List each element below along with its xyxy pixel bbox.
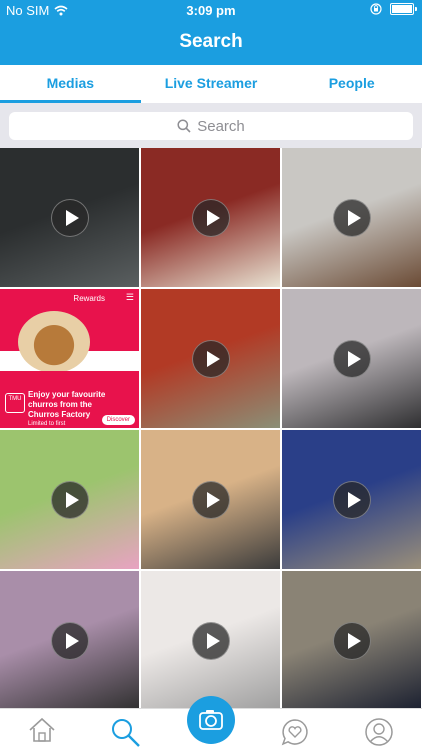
media-tile[interactable]	[282, 430, 421, 569]
play-icon[interactable]	[332, 198, 371, 237]
play-icon[interactable]	[50, 480, 89, 519]
play-icon[interactable]	[50, 198, 89, 237]
tab-medias-label: Medias	[46, 75, 95, 91]
tab-medias[interactable]: Medias	[0, 65, 141, 103]
media-tile[interactable]	[282, 289, 421, 428]
search-nav-icon[interactable]	[110, 717, 142, 747]
search-bar-container: Search	[0, 103, 422, 148]
play-icon[interactable]	[191, 198, 230, 237]
media-grid: Rewards ☰ TMU Enjoy your favourite churros …	[0, 148, 422, 710]
tab-live-streamer[interactable]: Live Streamer	[141, 65, 282, 103]
menu-icon: ☰	[125, 292, 134, 302]
search-icon	[177, 119, 191, 133]
media-tile[interactable]	[282, 571, 421, 710]
play-icon[interactable]	[191, 621, 230, 660]
churros-basket-image	[18, 311, 90, 373]
header: No SIM 3:09 pm Search	[0, 0, 422, 65]
media-tile[interactable]	[141, 289, 280, 428]
tab-bar: Medias Live Streamer People	[0, 65, 422, 103]
media-tile[interactable]	[0, 148, 139, 287]
clock: 3:09 pm	[186, 3, 236, 18]
media-tile[interactable]	[141, 571, 280, 710]
status-right	[370, 3, 417, 15]
home-icon[interactable]	[28, 717, 56, 743]
play-icon[interactable]	[332, 621, 371, 660]
play-icon[interactable]	[191, 339, 230, 378]
ad-tile[interactable]: Rewards ☰ TMU Enjoy your favourite churros …	[0, 289, 139, 428]
play-icon[interactable]	[332, 480, 371, 519]
media-tile[interactable]	[141, 148, 280, 287]
camera-icon	[199, 710, 223, 730]
ad-rewards-label: Rewards	[73, 294, 105, 303]
battery-icon	[390, 3, 417, 15]
rotation-lock-icon	[370, 3, 382, 15]
tab-people[interactable]: People	[281, 65, 422, 103]
ad-logo: TMU	[5, 393, 25, 413]
profile-icon[interactable]	[364, 717, 394, 747]
tab-people-label: People	[328, 75, 375, 91]
media-tile[interactable]	[0, 430, 139, 569]
play-icon[interactable]	[50, 621, 89, 660]
ad-subtext: Limited to first	[28, 421, 66, 427]
status-bar: No SIM 3:09 pm	[0, 0, 422, 22]
battery-level	[392, 5, 413, 13]
play-icon[interactable]	[191, 480, 230, 519]
camera-button[interactable]	[187, 696, 235, 744]
media-tile[interactable]	[0, 571, 139, 710]
play-icon[interactable]	[332, 339, 371, 378]
bottom-nav	[0, 696, 422, 751]
search-input[interactable]: Search	[9, 112, 413, 140]
tab-live-streamer-label: Live Streamer	[164, 75, 258, 91]
ad-headline: Enjoy your favourite churros from the Ch…	[28, 390, 106, 419]
media-tile[interactable]	[282, 148, 421, 287]
page-title: Search	[179, 31, 243, 52]
ad-discover-button[interactable]: Discover	[101, 415, 135, 425]
media-tile[interactable]	[141, 430, 280, 569]
heart-bubble-icon[interactable]	[280, 717, 310, 747]
search-placeholder: Search	[197, 117, 245, 135]
